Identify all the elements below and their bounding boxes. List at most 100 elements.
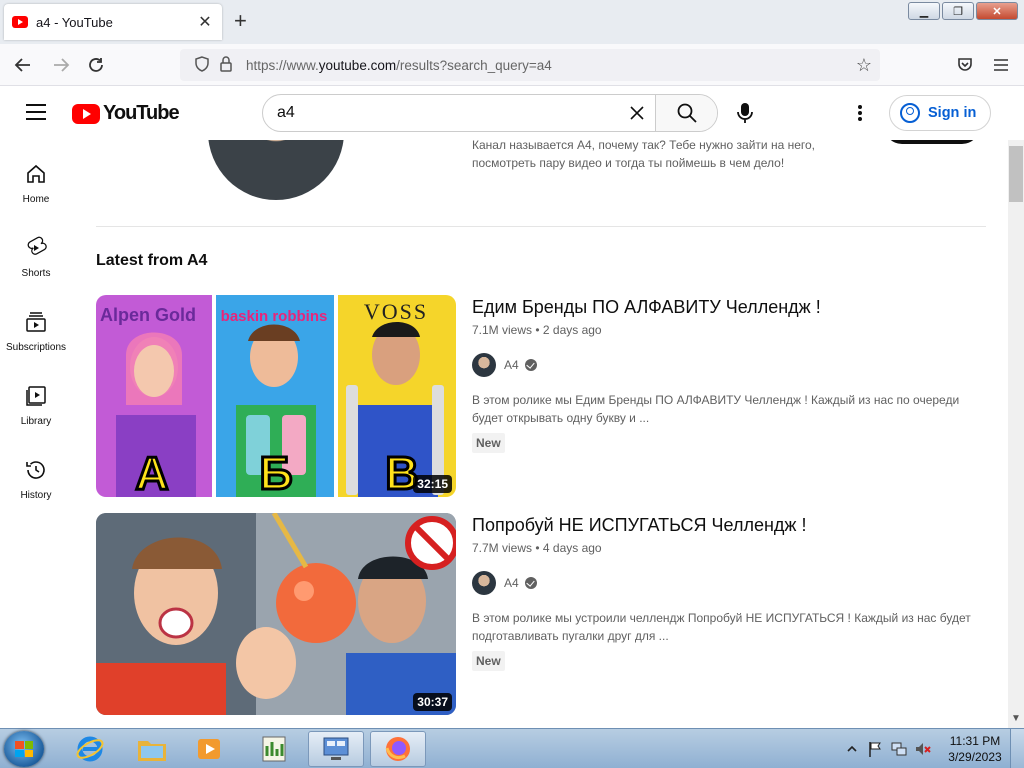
new-badge: New	[472, 433, 505, 453]
taskbar-firefox[interactable]	[370, 731, 426, 767]
channel-avatar[interactable]	[208, 140, 344, 200]
sidebar-item-label: Library	[20, 416, 52, 427]
action-center-flag-icon[interactable]	[866, 740, 884, 758]
new-tab-button[interactable]: +	[234, 10, 247, 32]
video-channel[interactable]: A4	[472, 353, 537, 377]
tracking-protection-shield-icon[interactable]	[190, 55, 214, 75]
search-button[interactable]	[655, 95, 717, 131]
video-result[interactable]: 30:37 Попробуй НЕ ИСПУГАТЬСЯ Челлендж ! …	[96, 513, 986, 715]
clear-search-icon[interactable]	[619, 95, 655, 131]
youtube-header: YouTube a4 Sign in	[0, 86, 1008, 140]
sidebar-item-library[interactable]: Library	[0, 370, 72, 436]
settings-more-icon[interactable]	[852, 102, 868, 124]
address-bar[interactable]: https://www.youtube.com/results?search_q…	[180, 49, 880, 81]
divider	[96, 226, 986, 227]
guide-menu-icon[interactable]	[26, 104, 46, 120]
shorts-icon	[27, 236, 47, 255]
system-tray: 11:31 PM 3/29/2023	[844, 729, 1024, 768]
show-desktop-button[interactable]	[1010, 729, 1024, 768]
video-thumbnail[interactable]: Alpen Gold baskin robbins VOSS А Б В 32:…	[96, 295, 456, 497]
library-icon	[26, 386, 46, 406]
thumb-brand-text: VOSS	[364, 299, 428, 324]
sidebar-item-label: Shorts	[21, 268, 51, 279]
scroll-down-arrow-icon[interactable]: ▼	[1011, 713, 1021, 724]
sidebar-item-subscriptions[interactable]: Subscriptions	[0, 296, 72, 362]
history-icon	[26, 461, 45, 479]
show-hidden-icons-icon[interactable]	[844, 741, 860, 757]
network-icon[interactable]	[890, 740, 908, 758]
section-title: Latest from A4	[96, 252, 208, 269]
taskbar-chart-app[interactable]	[246, 731, 302, 767]
channel-name[interactable]: A4	[504, 358, 519, 372]
channel-avatar-small[interactable]	[472, 571, 496, 595]
taskbar-file-explorer[interactable]	[124, 731, 180, 767]
browser-tab[interactable]: a4 - YouTube ✕	[4, 4, 222, 40]
video-meta: 7.7M views • 4 days ago	[472, 541, 602, 555]
video-result[interactable]: Alpen Gold baskin robbins VOSS А Б В 32:…	[96, 295, 986, 497]
thumb-brand-text: baskin robbins	[221, 308, 328, 325]
channel-name[interactable]: A4	[504, 576, 519, 590]
forward-arrow-icon[interactable]	[50, 54, 72, 76]
back-arrow-icon[interactable]	[12, 54, 34, 76]
window-controls: ▁ ❐ ✕	[908, 2, 1018, 20]
home-icon	[27, 164, 45, 183]
account-circle-icon	[900, 103, 920, 123]
video-channel[interactable]: A4	[472, 571, 537, 595]
video-title[interactable]: Едим Бренды ПО АЛФАВИТУ Челлендж !	[472, 297, 821, 318]
maximize-button[interactable]: ❐	[942, 2, 974, 20]
start-button[interactable]	[4, 731, 44, 767]
search-input[interactable]: a4	[263, 95, 619, 131]
sidebar-item-history[interactable]: History	[0, 444, 72, 510]
search-icon	[677, 103, 697, 123]
taskbar-internet-explorer[interactable]	[62, 731, 118, 767]
video-title[interactable]: Попробуй НЕ ИСПУГАТЬСЯ Челлендж !	[472, 515, 806, 536]
channel-description-line: посмотреть пару видео и тогда ты поймешь…	[472, 156, 785, 170]
subscribe-button[interactable]	[884, 140, 980, 144]
folder-icon	[138, 741, 166, 761]
sidebar-item-shorts[interactable]: Shorts	[0, 222, 72, 288]
windows-taskbar: 11:31 PM 3/29/2023	[0, 728, 1024, 768]
channel-avatar-small[interactable]	[472, 353, 496, 377]
url-prefix: https://www.	[246, 57, 319, 73]
lock-icon[interactable]	[214, 55, 238, 75]
channel-description-line: Канал называется А4, почему так? Тебе ну…	[472, 140, 816, 152]
pocket-icon[interactable]	[954, 54, 976, 76]
tab-title: a4 - YouTube	[36, 14, 113, 30]
spreadsheet-chart-icon	[262, 736, 286, 762]
browser-tab-bar: a4 - YouTube ✕ + ▁ ❐ ✕	[0, 0, 1024, 44]
url-path: /results?search_query=a4	[396, 57, 552, 73]
thumb-brand-text: Alpen Gold	[100, 305, 196, 325]
page-scrollbar[interactable]: ▼	[1008, 140, 1024, 728]
tab-close-icon[interactable]: ✕	[196, 12, 214, 32]
youtube-logo[interactable]: YouTube	[72, 102, 180, 125]
volume-muted-icon[interactable]	[914, 740, 932, 758]
taskbar-remote-desktop[interactable]	[308, 731, 364, 767]
video-duration: 30:37	[413, 693, 452, 711]
minimize-button[interactable]: ▁	[908, 2, 940, 20]
video-description: В этом ролике мы Едим Бренды ПО АЛФАВИТУ…	[472, 393, 960, 425]
video-duration: 32:15	[413, 475, 452, 493]
app-menu-icon[interactable]	[990, 54, 1012, 76]
verified-check-icon	[524, 577, 537, 589]
sidebar-item-label: Subscriptions	[5, 342, 67, 353]
sidebar-item-label: History	[20, 490, 52, 501]
youtube-play-logo-icon	[72, 103, 100, 124]
video-thumbnail[interactable]: 30:37	[96, 513, 456, 715]
firefox-icon	[385, 737, 410, 761]
video-meta: 7.1M views • 2 days ago	[472, 323, 602, 337]
bookmark-star-icon[interactable]: ☆	[856, 55, 872, 76]
search-results: Канал называется А4, почему так? Тебе ну…	[72, 140, 1008, 728]
close-window-button[interactable]: ✕	[976, 2, 1018, 20]
sidebar-item-label: Home	[22, 194, 50, 205]
sidebar-item-home[interactable]: Home	[0, 148, 72, 214]
scrollbar-thumb[interactable]	[1009, 146, 1023, 202]
windows-logo-icon	[15, 741, 33, 757]
reload-icon[interactable]	[85, 54, 107, 76]
taskbar-media-player[interactable]	[182, 731, 238, 767]
mini-guide-sidebar: Home Shorts Subscriptions Library Histor…	[0, 140, 72, 728]
voice-search-mic-icon[interactable]	[734, 102, 756, 124]
sign-in-button[interactable]: Sign in	[889, 95, 991, 131]
internet-explorer-icon	[76, 736, 104, 762]
system-clock[interactable]: 11:31 PM 3/29/2023	[940, 733, 1010, 765]
thumb-letter-text: Б	[259, 447, 292, 497]
